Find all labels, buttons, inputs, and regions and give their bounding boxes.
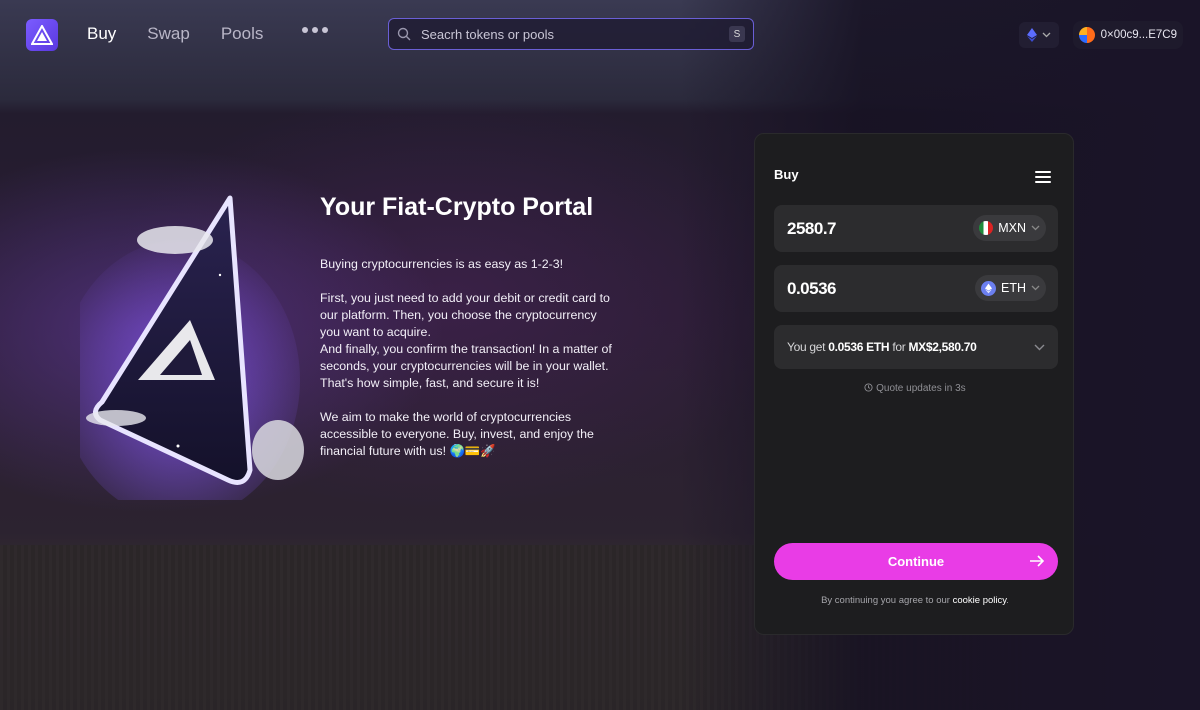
nav-pools[interactable]: Pools (221, 24, 264, 44)
buy-widget: Buy 2580.7 MXN 0.0536 ETH You get 0.0536… (754, 133, 1074, 635)
chevron-down-icon (1042, 32, 1051, 38)
crypto-amount-field[interactable]: 0.0536 ETH (774, 265, 1058, 312)
fiat-currency-selector[interactable]: MXN (973, 215, 1046, 241)
quote-fiat-amount: MX$2,580.70 (908, 340, 977, 354)
fiat-amount-input[interactable]: 2580.7 (787, 219, 837, 239)
mexico-flag-icon (979, 221, 994, 235)
main-nav: Buy Swap Pools (87, 24, 263, 44)
quote-timer-text: Quote updates in 3s (876, 383, 966, 394)
clock-icon (864, 383, 873, 392)
chevron-down-icon (1034, 344, 1045, 350)
chevron-down-icon (1031, 285, 1040, 291)
quote-text: You get 0.0536 ETH for MX$2,580.70 (787, 340, 977, 354)
crypto-symbol: ETH (1001, 281, 1026, 295)
wallet-address: 0×00c9...E7C9 (1100, 29, 1177, 41)
search-box[interactable]: Seacrh tokens or pools S (388, 18, 754, 50)
fiat-symbol: MXN (998, 221, 1026, 235)
wallet-button[interactable]: 0×00c9...E7C9 (1073, 21, 1183, 49)
cookie-policy-link[interactable]: cookie policy (953, 595, 1007, 606)
chevron-down-icon (1031, 225, 1040, 231)
nav-swap[interactable]: Swap (147, 24, 190, 44)
widget-title: Buy (774, 167, 799, 182)
app-logo[interactable] (26, 19, 58, 51)
hamburger-menu-icon[interactable] (1035, 171, 1051, 183)
more-menu-icon[interactable] (302, 27, 328, 33)
crypto-token-selector[interactable]: ETH (975, 275, 1046, 301)
search-shortcut-badge: S (729, 26, 745, 42)
crypto-amount-input[interactable]: 0.0536 (787, 279, 837, 299)
network-selector[interactable] (1019, 22, 1059, 48)
continue-label: Continue (887, 554, 945, 569)
search-icon (397, 27, 411, 41)
nav-buy[interactable]: Buy (87, 24, 116, 44)
hero-title: Your Fiat-Crypto Portal (320, 193, 594, 221)
top-bar: Buy Swap Pools Seacrh tokens or pools S … (0, 0, 1200, 70)
fiat-amount-field[interactable]: 2580.7 MXN (774, 205, 1058, 252)
ethereum-icon (981, 280, 996, 296)
hero-steps: First, you just need to add your debit o… (320, 291, 612, 390)
continue-button[interactable]: Continue (774, 543, 1058, 580)
quote-timer: Quote updates in 3s (755, 383, 1075, 394)
hero-mission: We aim to make the world of cryptocurren… (320, 410, 594, 458)
wallet-avatar (1079, 27, 1095, 43)
quote-crypto-amount: 0.0536 ETH (828, 340, 890, 354)
terms-notice: By continuing you agree to our cookie po… (821, 595, 1009, 606)
hero-intro: Buying cryptocurrencies is as easy as 1-… (320, 257, 564, 271)
hero-triangle-illustration (80, 195, 304, 500)
search-input[interactable]: Seacrh tokens or pools (421, 27, 729, 42)
quote-summary[interactable]: You get 0.0536 ETH for MX$2,580.70 (774, 325, 1058, 369)
arrow-right-icon (1030, 555, 1045, 567)
ethereum-icon (1027, 28, 1037, 42)
logo-triangle-icon (31, 25, 53, 45)
hero-description: Buying cryptocurrencies is as easy as 1-… (320, 256, 620, 477)
